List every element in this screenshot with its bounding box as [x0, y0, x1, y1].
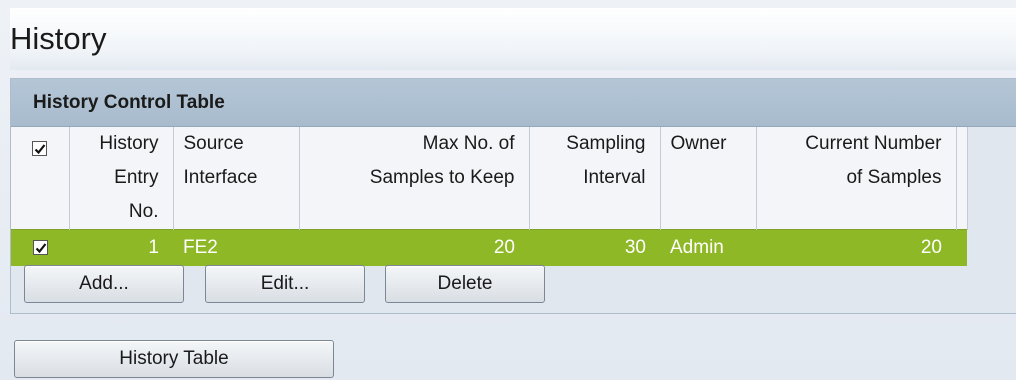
cell-max-samples: 20 — [299, 229, 529, 266]
history-control-table: History Entry No. Source Interface Max N… — [11, 127, 968, 266]
add-button[interactable]: Add... — [24, 265, 184, 303]
delete-button[interactable]: Delete — [385, 265, 545, 303]
cell-current-samples: 20 — [756, 229, 956, 266]
cell-sampling-interval: 30 — [529, 229, 660, 266]
page-title-text: History — [10, 21, 107, 56]
edit-button[interactable]: Edit... — [205, 265, 365, 303]
row-select-cell — [11, 229, 69, 266]
panel-header: History Control Table — [11, 79, 1016, 127]
page-title: History — [10, 8, 1016, 70]
checkmark-icon — [35, 243, 46, 254]
select-all-checkbox[interactable] — [32, 140, 48, 156]
column-header-current-samples[interactable]: Current Number of Samples — [756, 127, 957, 230]
cell-entry-no: 1 — [69, 229, 173, 266]
history-table-button[interactable]: History Table — [14, 340, 334, 378]
page-background: History History Control Table History En… — [0, 0, 1016, 380]
table-header-row: History Entry No. Source Interface Max N… — [11, 127, 968, 230]
row-select-checkbox[interactable] — [32, 240, 48, 256]
history-control-panel: History Control Table History Entry No. … — [10, 78, 1016, 314]
table-row[interactable]: 1 FE2 20 30 Admin 20 — [11, 229, 967, 266]
cell-source-interface: FE2 — [173, 229, 299, 266]
checkmark-icon — [34, 144, 46, 155]
column-header-owner[interactable]: Owner — [660, 127, 757, 230]
column-header-filler — [956, 127, 968, 230]
column-header-entry-no[interactable]: History Entry No. — [69, 127, 174, 230]
cell-filler — [956, 229, 967, 266]
column-header-sampling-interval[interactable]: Sampling Interval — [529, 127, 661, 230]
column-header-source-interface[interactable]: Source Interface — [173, 127, 300, 230]
column-header-max-samples[interactable]: Max No. of Samples to Keep — [299, 127, 530, 230]
cell-owner: Admin — [660, 229, 756, 266]
select-all-header — [11, 127, 70, 230]
